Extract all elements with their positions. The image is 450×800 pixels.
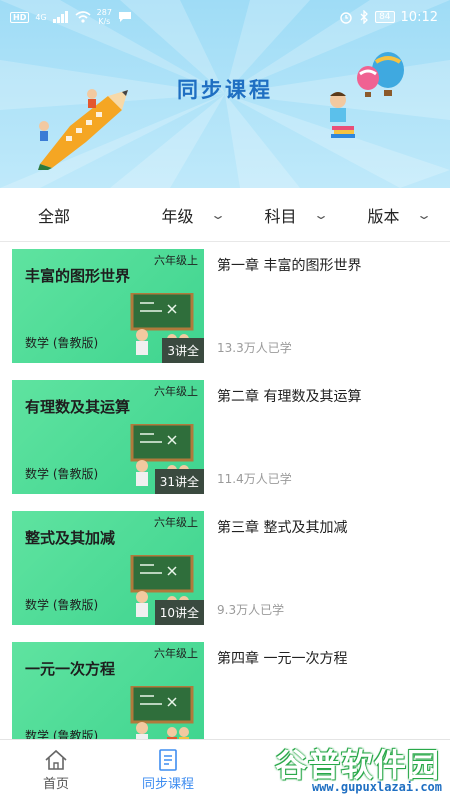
- filter-all-label: 全部: [38, 206, 71, 226]
- learner-count: 13.3万人已学: [217, 341, 292, 355]
- wifi-icon: [75, 11, 91, 23]
- course-subject: 数学 (鲁教版): [25, 729, 99, 739]
- pencil-kids-illustration: [38, 89, 128, 170]
- filter-edition-label: 版本: [367, 206, 400, 226]
- chevron-down-icon: ⌄: [416, 207, 433, 222]
- course-title[interactable]: 第四章 一元一次方程: [217, 648, 347, 668]
- course-thumb-title: 有理数及其运算: [25, 398, 131, 416]
- lesson-count-badge: 31讲全: [154, 469, 204, 494]
- nav-home[interactable]: 首页: [0, 740, 112, 800]
- course-title[interactable]: 第一章 丰富的图形世界: [217, 255, 361, 275]
- nav-sync-courses-label: 同步课程: [141, 776, 194, 792]
- filter-all[interactable]: 全部: [0, 203, 141, 227]
- filter-edition-dropdown[interactable]: 版本 ⌄: [347, 203, 450, 227]
- status-time: 10:12: [400, 9, 438, 25]
- nav-home-label: 首页: [42, 776, 69, 792]
- course-subject: 数学 (鲁教版): [25, 598, 99, 612]
- course-item[interactable]: 六年级上 整式及其加减 数学 (鲁教版) 10讲全 第三章 整式及其加减 9.3…: [12, 505, 438, 625]
- chevron-down-icon: ⌄: [210, 207, 227, 222]
- network-speed: 287 K/s: [96, 8, 112, 26]
- course-grade: 六年级上: [154, 647, 198, 660]
- course-item[interactable]: 六年级上 丰富的图形世界 数学 (鲁教版) 3讲全 第一章 丰富的图形世界 13…: [12, 243, 438, 363]
- course-thumbnail[interactable]: 六年级上 有理数及其运算 数学 (鲁教版) 31讲全: [12, 380, 204, 494]
- home-icon: [45, 749, 67, 770]
- course-title[interactable]: 第二章 有理数及其运算: [217, 386, 361, 406]
- course-grade: 六年级上: [154, 516, 198, 529]
- filter-subject-dropdown[interactable]: 科目 ⌄: [244, 203, 347, 227]
- status-bar: HD 4G 287 K/s 84 10:12: [0, 0, 450, 34]
- course-item[interactable]: 六年级上 有理数及其运算 数学 (鲁教版) 31讲全 第二章 有理数及其运算 1…: [12, 374, 438, 494]
- message-icon: [118, 12, 131, 22]
- learner-count: 11.4万人已学: [217, 472, 292, 486]
- site-watermark: 谷普软件园 www.gupuxlazai.com: [246, 740, 446, 798]
- course-item[interactable]: 六年级上 一元一次方程 数学 (鲁教版) 第四章 一元一次方程: [12, 636, 438, 739]
- filter-bar: 全部 年级 ⌄ 科目 ⌄ 版本 ⌄: [0, 188, 450, 242]
- nav-sync-courses[interactable]: 同步课程: [112, 740, 224, 800]
- course-thumbnail[interactable]: 六年级上 一元一次方程 数学 (鲁教版): [12, 642, 204, 739]
- lesson-count-badge: 3讲全: [162, 338, 204, 363]
- filter-grade-dropdown[interactable]: 年级 ⌄: [141, 203, 244, 227]
- course-thumb-title: 丰富的图形世界: [25, 267, 131, 285]
- alarm-icon: [340, 12, 352, 24]
- header-banner: HD 4G 287 K/s 84 10:12 同步课程: [0, 0, 450, 188]
- course-subject: 数学 (鲁教版): [25, 467, 99, 481]
- learner-count: 9.3万人已学: [217, 603, 285, 617]
- course-thumb-title: 整式及其加减: [25, 529, 116, 547]
- course-grade: 六年级上: [154, 385, 198, 398]
- course-grade: 六年级上: [154, 254, 198, 267]
- filter-subject-label: 科目: [264, 206, 297, 226]
- chevron-down-icon: ⌄: [313, 207, 330, 222]
- balloons-boy-illustration: [330, 52, 404, 138]
- course-thumbnail[interactable]: 六年级上 整式及其加减 数学 (鲁教版) 10讲全: [12, 511, 204, 625]
- course-subject: 数学 (鲁教版): [25, 336, 99, 350]
- bluetooth-icon: [360, 10, 368, 24]
- lesson-count-badge: 10讲全: [154, 600, 204, 625]
- filter-grade-label: 年级: [161, 206, 194, 226]
- course-thumb-title: 一元一次方程: [25, 660, 116, 678]
- battery-indicator: 84: [375, 11, 395, 23]
- watermark-url: www.gupuxlazai.com: [311, 780, 442, 794]
- signal-icon: [52, 11, 68, 23]
- course-title[interactable]: 第三章 整式及其加减: [217, 517, 347, 537]
- teacher-blackboard-illustration: [130, 686, 194, 739]
- course-list[interactable]: 六年级上 丰富的图形世界 数学 (鲁教版) 3讲全 第一章 丰富的图形世界 13…: [0, 243, 450, 739]
- network-4g-label: 4G: [35, 12, 47, 22]
- document-icon: [159, 748, 177, 771]
- hd-badge: HD: [10, 11, 30, 23]
- course-thumbnail[interactable]: 六年级上 丰富的图形世界 数学 (鲁教版) 3讲全: [12, 249, 204, 363]
